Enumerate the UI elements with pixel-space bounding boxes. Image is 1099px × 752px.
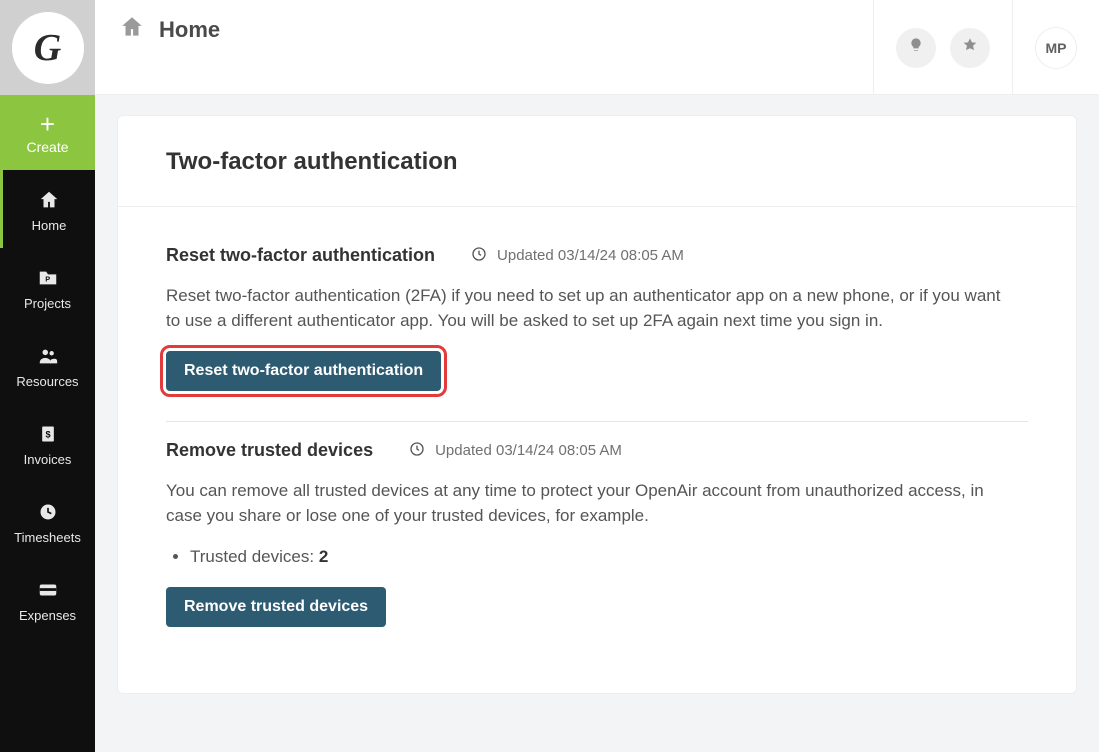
sidebar-item-projects[interactable]: P Projects <box>0 248 95 326</box>
logo-tile: G <box>0 0 95 95</box>
clock-icon <box>409 441 425 461</box>
sidebar-item-label: Expenses <box>19 608 76 623</box>
section-description: Reset two-factor authentication (2FA) if… <box>166 284 1006 333</box>
tips-button[interactable] <box>896 28 936 68</box>
header: Home MP <box>95 0 1099 95</box>
sidebar-item-invoices[interactable]: $ Invoices <box>0 404 95 482</box>
sidebar-item-timesheets[interactable]: Timesheets <box>0 482 95 560</box>
updated-stamp: Updated 03/14/24 08:05 AM <box>471 246 684 266</box>
trusted-devices-label: Trusted devices: <box>190 547 319 566</box>
card-title: Two-factor authentication <box>166 148 1028 176</box>
home-icon <box>37 188 61 212</box>
updated-text: Updated 03/14/24 08:05 AM <box>435 442 622 459</box>
sidebar-item-resources[interactable]: Resources <box>0 326 95 404</box>
lightbulb-icon <box>908 37 924 58</box>
create-label: Create <box>26 139 68 155</box>
sidebar-item-label: Invoices <box>24 452 72 467</box>
page-title: Home <box>159 17 220 43</box>
sidebar-item-label: Projects <box>24 296 71 311</box>
card-icon <box>36 578 60 602</box>
section-title: Remove trusted devices <box>166 440 373 461</box>
remove-trusted-devices-button[interactable]: Remove trusted devices <box>166 587 386 627</box>
reset-2fa-button[interactable]: Reset two-factor authentication <box>166 351 441 391</box>
sidebar-item-label: Timesheets <box>14 530 81 545</box>
settings-card: Two-factor authentication Reset two-fact… <box>117 115 1077 694</box>
sidebar-item-label: Home <box>32 218 67 233</box>
svg-text:$: $ <box>45 429 50 439</box>
section-remove-trusted: Remove trusted devices Updated 03/14/24 … <box>166 421 1028 656</box>
svg-text:P: P <box>45 275 50 284</box>
sidebar: G + Create Home P Projects Resources $ <box>0 0 95 752</box>
main-content: Two-factor authentication Reset two-fact… <box>95 95 1099 752</box>
star-icon <box>962 37 978 58</box>
header-actions <box>873 0 1012 95</box>
sidebar-nav: Home P Projects Resources $ Invoices Tim… <box>0 170 95 752</box>
breadcrumb: Home <box>119 14 220 45</box>
app-logo[interactable]: G <box>12 12 84 84</box>
sidebar-item-home[interactable]: Home <box>0 170 95 248</box>
create-button[interactable]: + Create <box>0 95 95 170</box>
list-item: Trusted devices: 2 <box>190 547 1028 567</box>
updated-stamp: Updated 03/14/24 08:05 AM <box>409 441 622 461</box>
clock-icon <box>471 246 487 266</box>
section-description: You can remove all trusted devices at an… <box>166 479 1006 528</box>
sidebar-item-label: Resources <box>16 374 78 389</box>
folder-icon: P <box>36 266 60 290</box>
sidebar-item-expenses[interactable]: Expenses <box>0 560 95 638</box>
home-icon <box>119 14 145 45</box>
people-icon <box>36 344 60 368</box>
trusted-devices-list: Trusted devices: 2 <box>190 547 1028 567</box>
invoice-icon: $ <box>36 422 60 446</box>
plus-icon: + <box>40 111 55 137</box>
clock-icon <box>36 500 60 524</box>
header-user: MP <box>1012 0 1099 95</box>
updated-text: Updated 03/14/24 08:05 AM <box>497 247 684 264</box>
avatar[interactable]: MP <box>1035 27 1077 69</box>
favorites-button[interactable] <box>950 28 990 68</box>
trusted-devices-count: 2 <box>319 547 328 566</box>
section-title: Reset two-factor authentication <box>166 245 435 266</box>
section-reset-2fa: Reset two-factor authentication Updated … <box>166 227 1028 421</box>
